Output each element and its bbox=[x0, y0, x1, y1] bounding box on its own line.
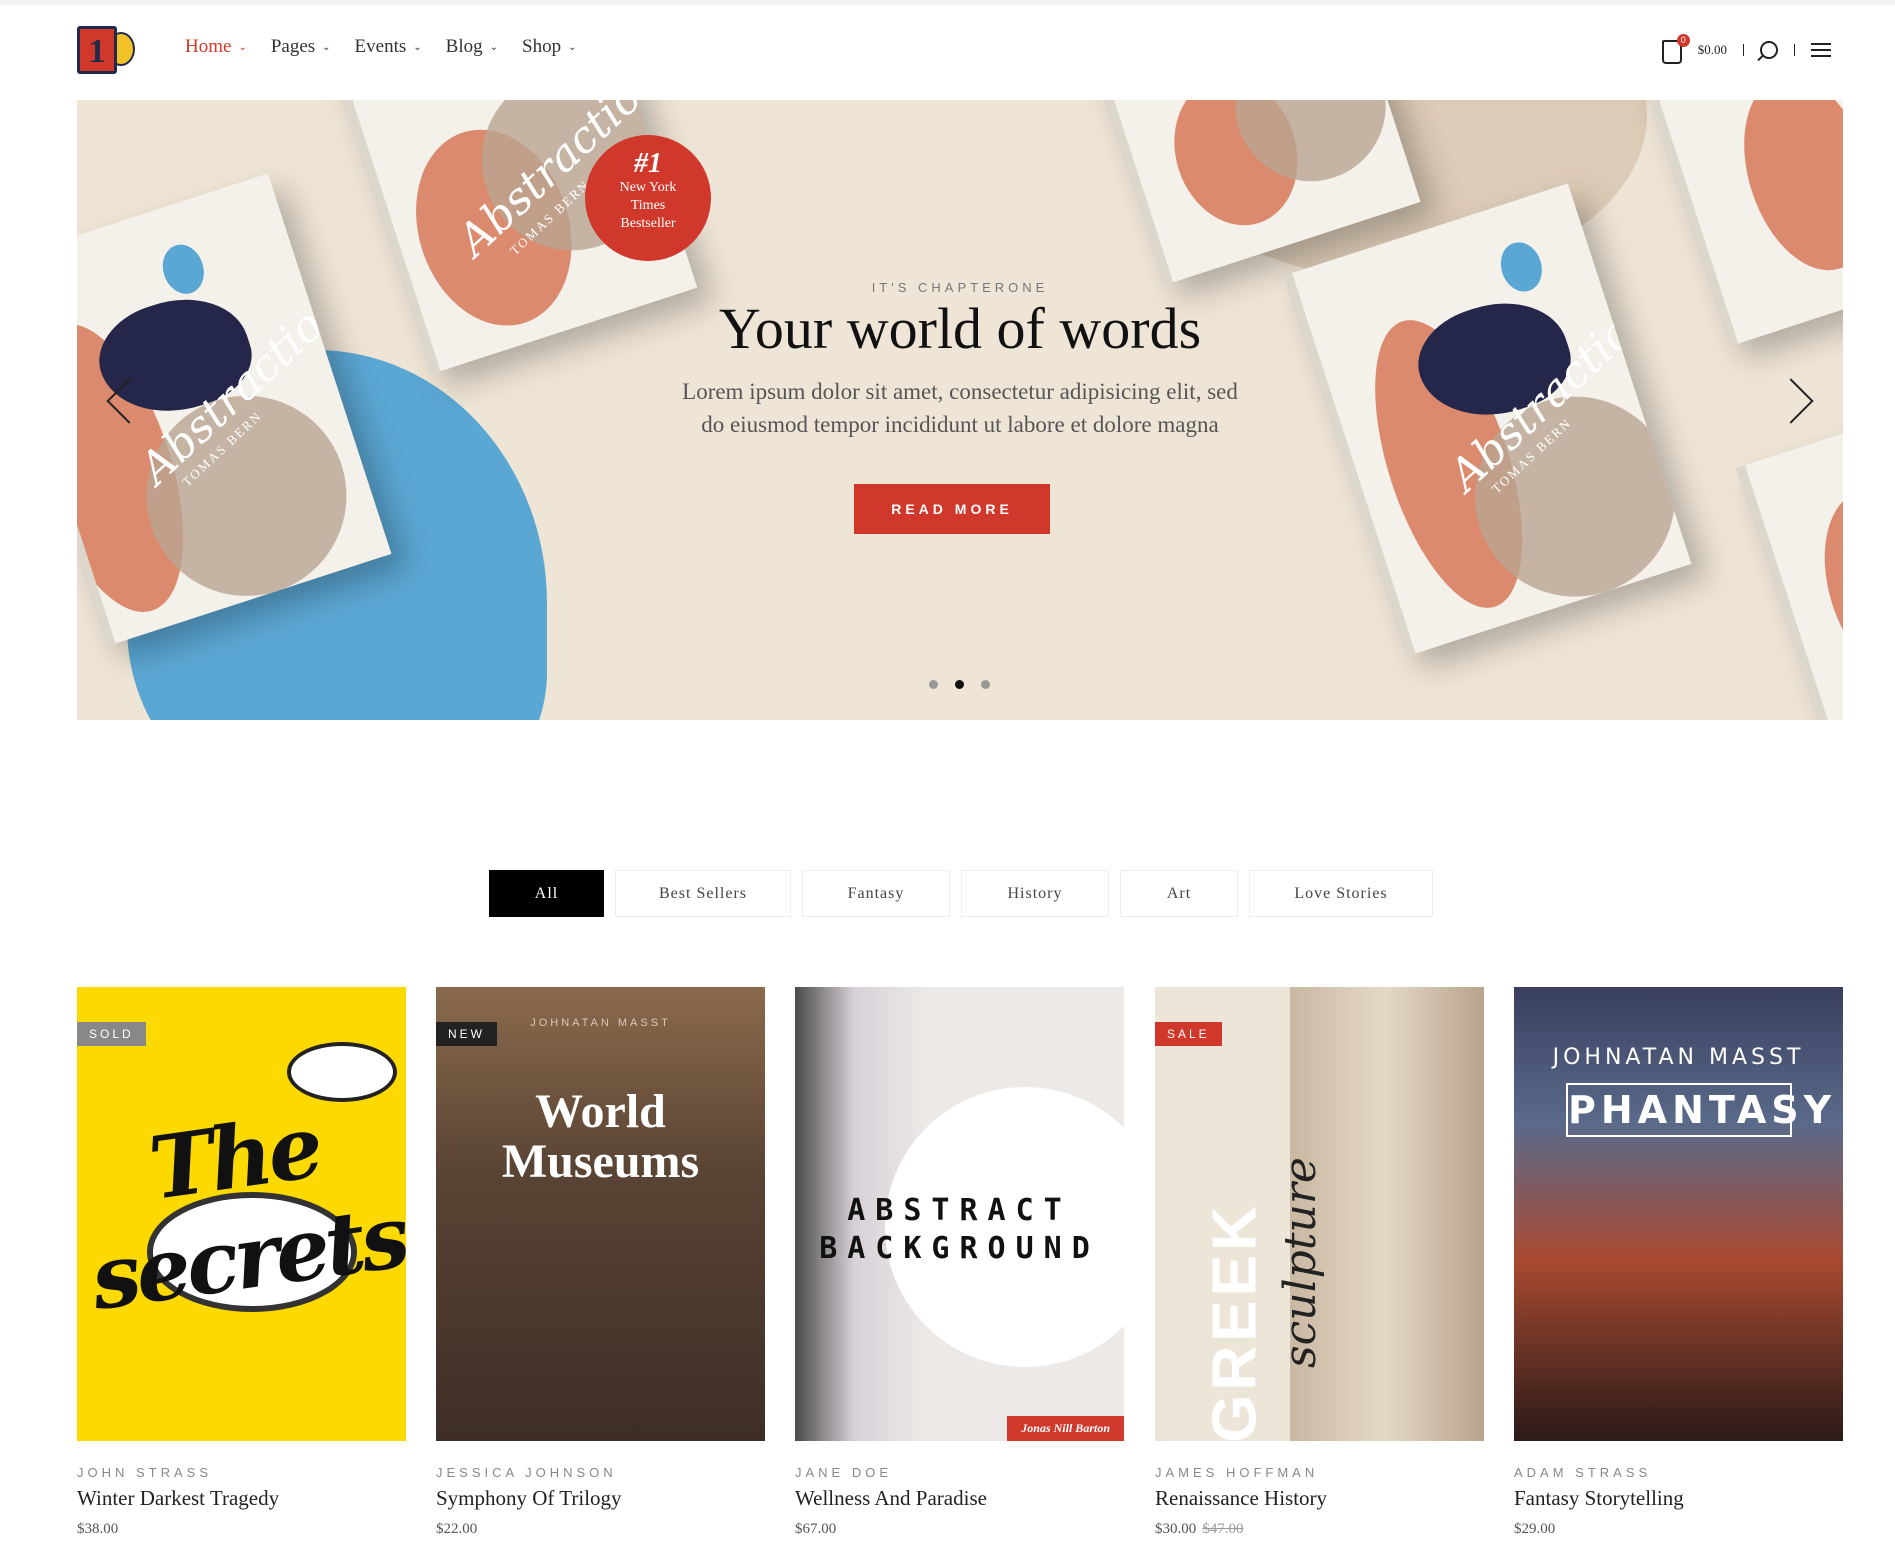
nav-label: Shop bbox=[522, 36, 562, 57]
filter-love-stories[interactable]: Love Stories bbox=[1249, 870, 1433, 917]
divider bbox=[1743, 44, 1744, 56]
product-cover[interactable]: GREEK sculpture SALE bbox=[1155, 987, 1484, 1441]
slide-dot-active[interactable] bbox=[955, 680, 964, 689]
product-title[interactable]: Winter Darkest Tragedy bbox=[77, 1486, 406, 1511]
product-price: $30.00 $47.00 bbox=[1155, 1521, 1484, 1538]
product-title[interactable]: Fantasy Storytelling bbox=[1514, 1486, 1843, 1511]
slide-dot[interactable] bbox=[929, 680, 938, 689]
product-card: JOHNATAN MASST World Museums NEW JESSICA… bbox=[436, 987, 765, 1538]
chevron-down-icon: ⌄ bbox=[238, 41, 247, 53]
sold-badge: SOLD bbox=[77, 1022, 146, 1046]
price-value: $67.00 bbox=[795, 1521, 837, 1537]
category-filters: All Best Sellers Fantasy History Art Lov… bbox=[489, 870, 1433, 917]
top-strip bbox=[0, 0, 1895, 5]
product-cover[interactable]: The secrets SOLD bbox=[77, 987, 406, 1441]
hero-paragraph: Lorem ipsum dolor sit amet, consectetur … bbox=[77, 375, 1843, 441]
nav-label: Blog bbox=[445, 36, 483, 57]
product-title[interactable]: Wellness And Paradise bbox=[795, 1486, 1124, 1511]
product-cover[interactable]: JOHNATAN MASST PHANTASY bbox=[1514, 987, 1843, 1441]
product-title[interactable]: Renaissance History bbox=[1155, 1486, 1484, 1511]
product-card: GREEK sculpture SALE JAMES HOFFMAN Renai… bbox=[1155, 987, 1484, 1538]
menu-icon[interactable] bbox=[1811, 43, 1831, 57]
product-author[interactable]: ADAM STRASS bbox=[1514, 1465, 1843, 1480]
nav-shop[interactable]: Shop ⌄ bbox=[522, 36, 576, 58]
product-price: $22.00 bbox=[436, 1521, 765, 1538]
nav-label: Pages bbox=[270, 36, 316, 57]
cart-total[interactable]: $0.00 bbox=[1698, 42, 1727, 58]
filter-art[interactable]: Art bbox=[1120, 870, 1238, 917]
cover-author: Jonas Nill Barton bbox=[1007, 1416, 1124, 1441]
new-badge: NEW bbox=[436, 1022, 497, 1046]
product-author[interactable]: JANE DOE bbox=[795, 1465, 1124, 1480]
cover-author: JOHNATAN MASST bbox=[1552, 1045, 1805, 1070]
product-author[interactable]: JOHN STRASS bbox=[77, 1465, 406, 1480]
filter-best-sellers[interactable]: Best Sellers bbox=[615, 870, 791, 917]
logo-book: 1 bbox=[77, 26, 117, 74]
read-more-button[interactable]: READ MORE bbox=[854, 484, 1050, 534]
chevron-down-icon: ⌄ bbox=[489, 41, 498, 53]
cover-subtitle: sculpture bbox=[1274, 1157, 1326, 1368]
cover-title: World Museums bbox=[501, 1085, 700, 1188]
chevron-down-icon: ⌄ bbox=[322, 41, 331, 53]
cart-icon[interactable]: 0 bbox=[1661, 34, 1690, 64]
price-value: $22.00 bbox=[436, 1521, 478, 1537]
product-price: $67.00 bbox=[795, 1521, 1124, 1538]
product-card: JOHNATAN MASST PHANTASY ADAM STRASS Fant… bbox=[1514, 987, 1843, 1538]
cover-title: ABSTRACT BACKGROUND bbox=[819, 1193, 1100, 1266]
hero-slider: Abstraction TOMAS BERN Abstraction TOMAS B… bbox=[77, 100, 1843, 720]
filter-fantasy[interactable]: Fantasy bbox=[802, 870, 950, 917]
nav-label: Home bbox=[185, 36, 232, 57]
product-card: ABSTRACT BACKGROUND Jonas Nill Barton JA… bbox=[795, 987, 1124, 1538]
nav-pages[interactable]: Pages ⌄ bbox=[271, 36, 331, 58]
filter-all[interactable]: All bbox=[489, 870, 604, 917]
hero-subtitle: IT'S CHAPTERONE bbox=[871, 280, 1049, 295]
nav-home[interactable]: Home ⌄ bbox=[185, 36, 247, 58]
seal-number: #1 bbox=[634, 148, 662, 179]
product-title[interactable]: Symphony Of Trilogy bbox=[436, 1486, 765, 1511]
slide-dot[interactable] bbox=[981, 680, 990, 689]
nav-label: Events bbox=[354, 36, 407, 57]
hero-paragraph-line: Lorem ipsum dolor sit amet, consectetur … bbox=[682, 379, 1238, 404]
hero-book bbox=[1735, 406, 1843, 720]
hero-paragraph-line: do eiusmod tempor incididunt ut labore e… bbox=[701, 412, 1219, 437]
chevron-down-icon: ⌄ bbox=[568, 41, 577, 53]
cart-count-badge: 0 bbox=[1676, 34, 1690, 47]
logo[interactable]: 1 bbox=[77, 24, 139, 76]
product-price: $38.00 bbox=[77, 1521, 406, 1538]
search-icon[interactable] bbox=[1760, 41, 1778, 59]
bestseller-seal: #1 New York Times Bestseller bbox=[585, 135, 711, 261]
nav-events[interactable]: Events ⌄ bbox=[355, 36, 422, 58]
product-author[interactable]: JAMES HOFFMAN bbox=[1155, 1465, 1484, 1480]
price-value: $30.00 bbox=[1155, 1521, 1197, 1537]
product-cover[interactable]: ABSTRACT BACKGROUND Jonas Nill Barton bbox=[795, 987, 1124, 1441]
sale-badge: SALE bbox=[1155, 1022, 1222, 1046]
filter-history[interactable]: History bbox=[961, 870, 1109, 917]
slider-dots bbox=[929, 680, 990, 689]
nav-blog[interactable]: Blog ⌄ bbox=[446, 36, 498, 58]
cover-title: PHANTASY bbox=[1566, 1083, 1831, 1137]
header-actions: 0 $0.00 bbox=[1661, 34, 1831, 64]
product-price: $29.00 bbox=[1514, 1521, 1843, 1538]
product-cover[interactable]: JOHNATAN MASST World Museums NEW bbox=[436, 987, 765, 1441]
product-card: The secrets SOLD JOHN STRASS Winter Dark… bbox=[77, 987, 406, 1538]
divider bbox=[1794, 44, 1795, 56]
price-value: $29.00 bbox=[1514, 1521, 1556, 1537]
old-price: $47.00 bbox=[1202, 1521, 1244, 1537]
cover-title: The secrets bbox=[85, 1096, 406, 1330]
hero-title: Your world of words bbox=[718, 296, 1202, 361]
main-nav: Home ⌄ Pages ⌄ Events ⌄ Blog ⌄ Shop ⌄ bbox=[185, 36, 576, 58]
seal-text: New York Times Bestseller bbox=[619, 180, 677, 231]
price-value: $38.00 bbox=[77, 1521, 119, 1537]
product-author[interactable]: JESSICA JOHNSON bbox=[436, 1465, 765, 1480]
cover-title: GREEK bbox=[1200, 1202, 1270, 1441]
chevron-down-icon: ⌄ bbox=[413, 41, 422, 53]
